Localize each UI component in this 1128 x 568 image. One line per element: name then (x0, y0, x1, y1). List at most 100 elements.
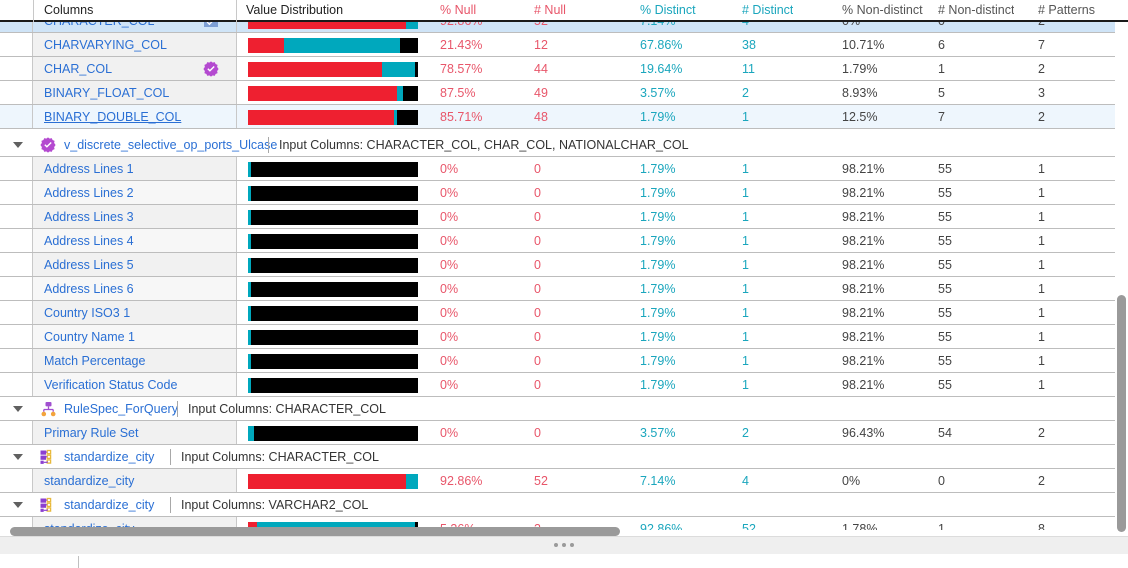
column-name-link[interactable]: Address Lines 3 (44, 205, 134, 229)
table-row[interactable]: Verification Status Code 0% 0 1.79% 1 98.21% 5… (0, 373, 1128, 397)
column-name-link[interactable]: Address Lines 4 (44, 229, 134, 253)
value-distribution-bar[interactable] (248, 22, 418, 29)
row-gutter[interactable] (0, 469, 32, 493)
column-name-cell[interactable]: Address Lines 1 (33, 157, 236, 181)
column-name-link[interactable]: Address Lines 6 (44, 277, 134, 301)
column-header-non-distinct[interactable]: % Non-distinct (842, 0, 923, 20)
column-header-null[interactable]: # Null (534, 0, 566, 20)
column-name-cell[interactable]: Address Lines 4 (33, 229, 236, 253)
table-row[interactable]: Country Name 1 0% 0 1.79% 1 98.21% 55 1 (0, 325, 1128, 349)
table-row[interactable]: CHAR_COL 78.57% 44 19.64% 11 1.79% 1 2 (0, 57, 1128, 81)
row-gutter[interactable] (0, 205, 32, 229)
group-header-row[interactable]: standardize_city Input Columns: CHARACTER… (0, 445, 1128, 469)
grid-body[interactable]: CHARACTER_COL92.86%527.14%40%02CHARVARYI… (0, 22, 1128, 530)
column-name-link[interactable]: Country Name 1 (44, 325, 135, 349)
chevron-down-icon[interactable] (13, 454, 23, 460)
value-distribution-bar[interactable] (248, 474, 418, 489)
table-row[interactable]: Address Lines 5 0% 0 1.79% 1 98.21% 55 1 (0, 253, 1128, 277)
column-header-divider[interactable] (33, 0, 34, 22)
row-gutter[interactable] (0, 325, 32, 349)
horizontal-scrollbar-thumb[interactable] (10, 527, 620, 536)
row-gutter[interactable] (0, 57, 32, 81)
column-name-link[interactable]: CHAR_COL (44, 57, 112, 81)
chevron-down-icon[interactable] (13, 502, 23, 508)
row-gutter[interactable] (0, 181, 32, 205)
column-name-link[interactable]: BINARY_DOUBLE_COL (44, 105, 181, 129)
column-name-cell[interactable]: Address Lines 2 (33, 181, 236, 205)
vertical-scrollbar-track[interactable] (1115, 22, 1128, 532)
value-distribution-bar[interactable] (248, 258, 418, 273)
column-name-link[interactable]: standardize_city (44, 469, 134, 493)
table-row[interactable]: BINARY_FLOAT_COL 87.5% 49 3.57% 2 8.93% 5 3 (0, 81, 1128, 105)
group-name-link[interactable]: standardize_city (64, 445, 154, 469)
table-row[interactable]: Address Lines 6 0% 0 1.79% 1 98.21% 55 1 (0, 277, 1128, 301)
column-name-cell[interactable]: Verification Status Code (33, 373, 236, 397)
value-distribution-bar[interactable] (248, 330, 418, 345)
column-header-non-distinct[interactable]: # Non-distinct (938, 0, 1014, 20)
column-name-cell[interactable]: BINARY_DOUBLE_COL (33, 105, 236, 129)
column-header-null[interactable]: % Null (440, 0, 476, 20)
row-gutter[interactable] (0, 301, 32, 325)
row-gutter[interactable] (0, 277, 32, 301)
row-gutter[interactable] (0, 253, 32, 277)
horizontal-scrollbar-track[interactable] (0, 527, 1115, 536)
row-gutter[interactable] (0, 81, 32, 105)
column-name-link[interactable]: Verification Status Code (44, 373, 177, 397)
table-row[interactable]: Match Percentage 0% 0 1.79% 1 98.21% 55 1 (0, 349, 1128, 373)
group-header-row[interactable]: standardize_city Input Columns: VARCHAR2_… (0, 493, 1128, 517)
value-distribution-bar[interactable] (248, 62, 418, 77)
column-name-cell[interactable]: BINARY_FLOAT_COL (33, 81, 236, 105)
group-name-link[interactable]: RuleSpec_ForQuery (64, 397, 178, 421)
row-gutter[interactable] (0, 105, 32, 129)
group-name-link[interactable]: standardize_city (64, 493, 154, 517)
vertical-scrollbar-thumb[interactable] (1117, 295, 1126, 532)
value-distribution-bar[interactable] (248, 110, 418, 125)
approved-badge-icon[interactable] (203, 61, 219, 77)
column-header-value-distribution[interactable]: Value Distribution (246, 0, 343, 20)
row-gutter[interactable] (0, 421, 32, 445)
row-gutter[interactable] (0, 229, 32, 253)
value-distribution-bar[interactable] (248, 306, 418, 321)
column-name-cell[interactable]: CHAR_COL (33, 57, 236, 81)
column-name-cell[interactable]: Primary Rule Set (33, 421, 236, 445)
chevron-down-icon[interactable] (13, 142, 23, 148)
value-distribution-bar[interactable] (248, 86, 418, 101)
column-name-cell[interactable]: Address Lines 3 (33, 205, 236, 229)
status-badge-icon[interactable] (203, 22, 219, 29)
value-distribution-bar[interactable] (248, 354, 418, 369)
table-row[interactable]: Address Lines 3 0% 0 1.79% 1 98.21% 55 1 (0, 205, 1128, 229)
value-distribution-bar[interactable] (248, 378, 418, 393)
column-name-cell[interactable]: standardize_city (33, 469, 236, 493)
table-row[interactable]: Address Lines 1 0% 0 1.79% 1 98.21% 55 1 (0, 157, 1128, 181)
value-distribution-bar[interactable] (248, 210, 418, 225)
value-distribution-bar[interactable] (248, 162, 418, 177)
column-name-link[interactable]: Match Percentage (44, 349, 145, 373)
value-distribution-bar[interactable] (248, 186, 418, 201)
value-distribution-bar[interactable] (248, 282, 418, 297)
column-name-link[interactable]: Address Lines 1 (44, 157, 134, 181)
group-name-link[interactable]: v_discrete_selective_op_ports_Ulcase (64, 133, 277, 157)
column-header-divider[interactable] (236, 0, 237, 22)
column-header-distinct[interactable]: # Distinct (742, 0, 793, 20)
table-row[interactable]: BINARY_DOUBLE_COL 85.71% 48 1.79% 1 12.5% 7 2 (0, 105, 1128, 129)
row-gutter[interactable] (0, 33, 32, 57)
table-row[interactable]: Primary Rule Set 0% 0 3.57% 2 96.43% 54 2 (0, 421, 1128, 445)
column-name-link[interactable]: CHARVARYING_COL (44, 33, 167, 57)
table-row[interactable]: CHARVARYING_COL 21.43% 12 67.86% 38 10.71% 6 7 (0, 33, 1128, 57)
row-gutter[interactable] (0, 373, 32, 397)
column-header-distinct[interactable]: % Distinct (640, 0, 696, 20)
column-name-link[interactable]: Primary Rule Set (44, 421, 138, 445)
row-gutter[interactable] (0, 349, 32, 373)
group-header-row[interactable]: RuleSpec_ForQuery Input Columns: CHARACTE… (0, 397, 1128, 421)
table-row[interactable]: standardize_city 92.86% 52 7.14% 4 0% 0 2 (0, 469, 1128, 493)
group-header-row[interactable]: v_discrete_selective_op_ports_Ulcase Inpu… (0, 133, 1128, 157)
column-name-link[interactable]: Address Lines 2 (44, 181, 134, 205)
panel-resize-bar[interactable] (0, 536, 1128, 554)
column-name-link[interactable]: BINARY_FLOAT_COL (44, 81, 169, 105)
row-gutter[interactable] (0, 157, 32, 181)
column-name-link[interactable]: Country ISO3 1 (44, 301, 130, 325)
value-distribution-bar[interactable] (248, 234, 418, 249)
value-distribution-bar[interactable] (248, 426, 418, 441)
column-header-columns[interactable]: Columns (44, 0, 93, 20)
chevron-down-icon[interactable] (13, 406, 23, 412)
